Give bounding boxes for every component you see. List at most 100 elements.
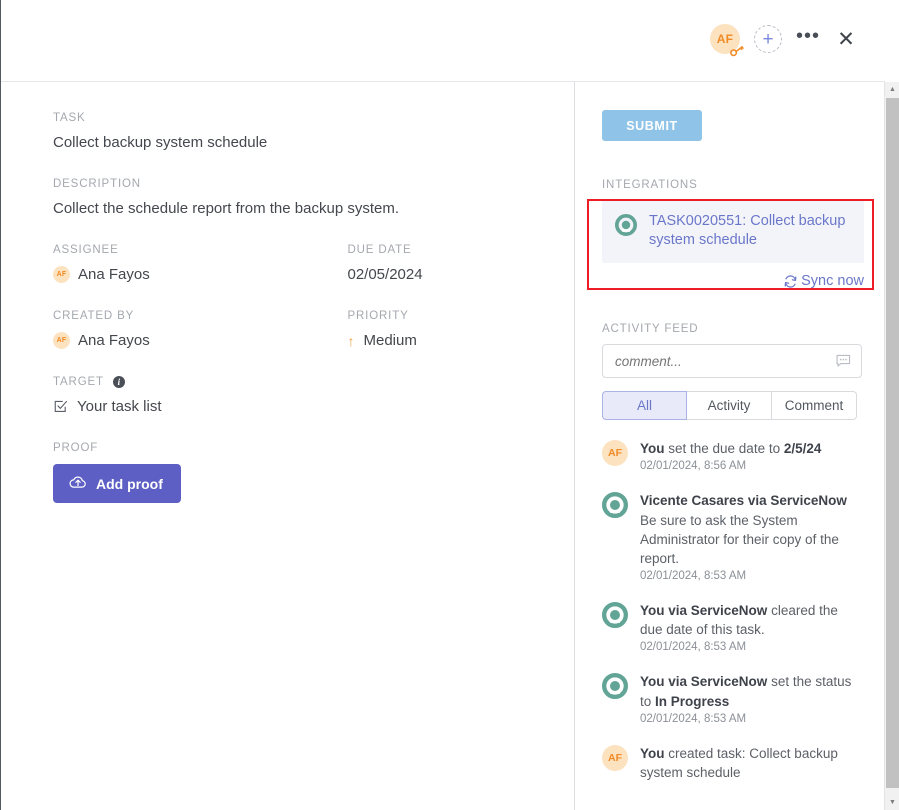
activity-highlight-value: 2/5/24 — [783, 441, 822, 457]
activity-feed-item: You via ServiceNow cleared the due date … — [602, 601, 864, 653]
assignee-field: ASSIGNEE AF Ana Fayos — [53, 244, 347, 283]
target-value-row: Your task list — [53, 398, 574, 415]
checkbox-check-icon — [53, 399, 68, 414]
feed-avatar: AF — [602, 440, 628, 467]
cloud-upload-icon — [69, 475, 87, 492]
tab-activity[interactable]: Activity — [687, 391, 772, 421]
priority-value-row[interactable]: ↑ Medium — [347, 332, 574, 349]
activity-feed-text: You via ServiceNow set the status to In … — [640, 674, 852, 709]
comment-input[interactable] — [615, 353, 835, 369]
created-by-label: CREATED BY — [53, 310, 135, 322]
servicenow-icon — [615, 214, 637, 250]
activity-feed-text: You via ServiceNow cleared the due date … — [640, 603, 838, 638]
priority-label: PRIORITY — [347, 310, 409, 322]
modal-body: TASK Collect backup system schedule DESC… — [1, 82, 885, 810]
target-label: TARGET — [53, 376, 104, 388]
tab-activity-label: Activity — [707, 398, 751, 414]
key-badge-icon — [730, 45, 744, 57]
activity-feed-item: You via ServiceNow set the status to In … — [602, 672, 864, 725]
vertical-scrollbar[interactable]: ▲ ▼ — [884, 82, 899, 810]
assignee-value-row[interactable]: AF Ana Fayos — [53, 266, 347, 283]
sync-refresh-icon — [783, 274, 798, 289]
task-field: TASK Collect backup system schedule — [53, 112, 574, 151]
tab-all[interactable]: All — [602, 391, 687, 421]
add-proof-label: Add proof — [96, 475, 163, 492]
side-panel: SUBMIT INTEGRATIONS TASK0020551: Collect… — [575, 82, 885, 810]
assignee-avatar: AF — [53, 266, 70, 283]
created-by-name: Ana Fayos — [78, 332, 150, 349]
activity-feed-content: You set the due date to 2/5/24 02/01/2024… — [640, 439, 821, 472]
activity-feed-item: Vicente Casares via ServiceNow Be sure to… — [602, 491, 864, 582]
scroll-up-arrow-icon[interactable]: ▲ — [885, 82, 899, 97]
plus-icon: + — [762, 28, 774, 50]
target-label-row: TARGET i — [53, 376, 574, 388]
add-button[interactable]: + — [754, 25, 782, 53]
sync-now-button[interactable]: Sync now — [602, 273, 864, 289]
activity-timestamp: 02/01/2024, 8:53 AM — [640, 712, 747, 725]
activity-feed-text: Vicente Casares via ServiceNow Be sure to… — [640, 491, 864, 568]
assignee-duedate-row: ASSIGNEE AF Ana Fayos DUE DATE 02/05/202… — [53, 244, 574, 283]
priority-up-arrow-icon: ↑ — [347, 332, 355, 349]
activity-actor: You via ServiceNow — [640, 603, 768, 619]
activity-feed-text: You created task: Collect backup system … — [640, 745, 838, 780]
priority-field: PRIORITY ↑ Medium — [347, 310, 574, 349]
servicenow-icon — [602, 602, 628, 629]
activity-timestamp: 02/01/2024, 8:53 AM — [640, 570, 747, 583]
activity-feed-content: You via ServiceNow set the status to In … — [640, 672, 864, 724]
target-value: Your task list — [77, 398, 162, 415]
activity-actor: You — [640, 441, 665, 457]
more-options-button[interactable]: ••• — [796, 26, 820, 51]
description-label: DESCRIPTION — [53, 178, 141, 190]
servicenow-icon — [602, 492, 628, 519]
activity-feed-item: AF You set the due date to 2/5/24 02/01/20… — [602, 439, 864, 472]
scroll-down-arrow-icon[interactable]: ▼ — [885, 795, 899, 810]
submit-label: SUBMIT — [626, 118, 678, 133]
servicenow-icon — [602, 673, 628, 700]
tab-comment-label: Comment — [784, 398, 844, 414]
scrollbar-thumb[interactable] — [886, 98, 899, 788]
add-proof-button[interactable]: Add proof — [53, 464, 181, 503]
comment-bubble-icon[interactable] — [835, 353, 852, 370]
due-date-value[interactable]: 02/05/2024 — [347, 266, 574, 283]
submit-button[interactable]: SUBMIT — [602, 110, 702, 141]
avatar-initials: AF — [716, 32, 734, 46]
description-field: DESCRIPTION Collect the schedule report … — [53, 178, 574, 217]
feed-avatar: AF — [602, 744, 628, 771]
integration-card[interactable]: TASK0020551: Collect backup system sched… — [602, 200, 864, 264]
createdby-priority-row: CREATED BY AF Ana Fayos PRIORITY ↑ Mediu… — [53, 310, 574, 349]
task-detail-modal: AF + ••• ✕ TASK Collect backup system sc… — [0, 0, 899, 810]
priority-value: Medium — [363, 332, 417, 349]
task-detail-pane: TASK Collect backup system schedule DESC… — [1, 82, 575, 810]
proof-label: PROOF — [53, 442, 99, 454]
due-date-field: DUE DATE 02/05/2024 — [347, 244, 574, 283]
assignee-name: Ana Fayos — [78, 266, 150, 283]
proof-field: PROOF Add proof — [53, 442, 574, 503]
task-label: TASK — [53, 112, 86, 124]
description-value: Collect the schedule report from the bac… — [53, 200, 399, 217]
activity-filter-tabs: All Activity Comment — [602, 391, 885, 421]
tab-all-label: All — [636, 398, 652, 414]
activity-timestamp: 02/01/2024, 8:56 AM — [640, 460, 747, 473]
comment-input-wrapper[interactable] — [602, 344, 862, 379]
due-date-label: DUE DATE — [347, 244, 412, 256]
activity-feed-label: ACTIVITY FEED — [602, 323, 699, 336]
close-icon: ✕ — [837, 27, 855, 51]
activity-feed-content: You via ServiceNow cleared the due date … — [640, 601, 864, 653]
task-title: Collect backup system schedule — [53, 134, 268, 151]
activity-feed-list: AF You set the due date to 2/5/24 02/01/20… — [602, 439, 885, 782]
created-by-avatar: AF — [53, 332, 70, 349]
avatar[interactable]: AF — [710, 24, 744, 57]
target-field: TARGET i Your task list — [53, 376, 574, 415]
activity-feed-item: AF You created task: Collect backup syste… — [602, 744, 864, 782]
integration-title: TASK0020551: Collect backup system sched… — [649, 213, 846, 249]
assignee-label: ASSIGNEE — [53, 244, 119, 256]
tab-comment[interactable]: Comment — [772, 391, 857, 421]
created-by-value-row: AF Ana Fayos — [53, 332, 347, 349]
info-icon[interactable]: i — [112, 376, 125, 388]
close-button[interactable]: ✕ — [834, 27, 858, 51]
integrations-label: INTEGRATIONS — [602, 179, 698, 191]
modal-header: AF + ••• ✕ — [1, 0, 885, 82]
activity-feed-text: You set the due date to 2/5/24 — [640, 441, 822, 457]
activity-timestamp: 02/01/2024, 8:53 AM — [640, 641, 747, 654]
activity-actor: Vicente Casares via ServiceNow — [640, 493, 847, 509]
